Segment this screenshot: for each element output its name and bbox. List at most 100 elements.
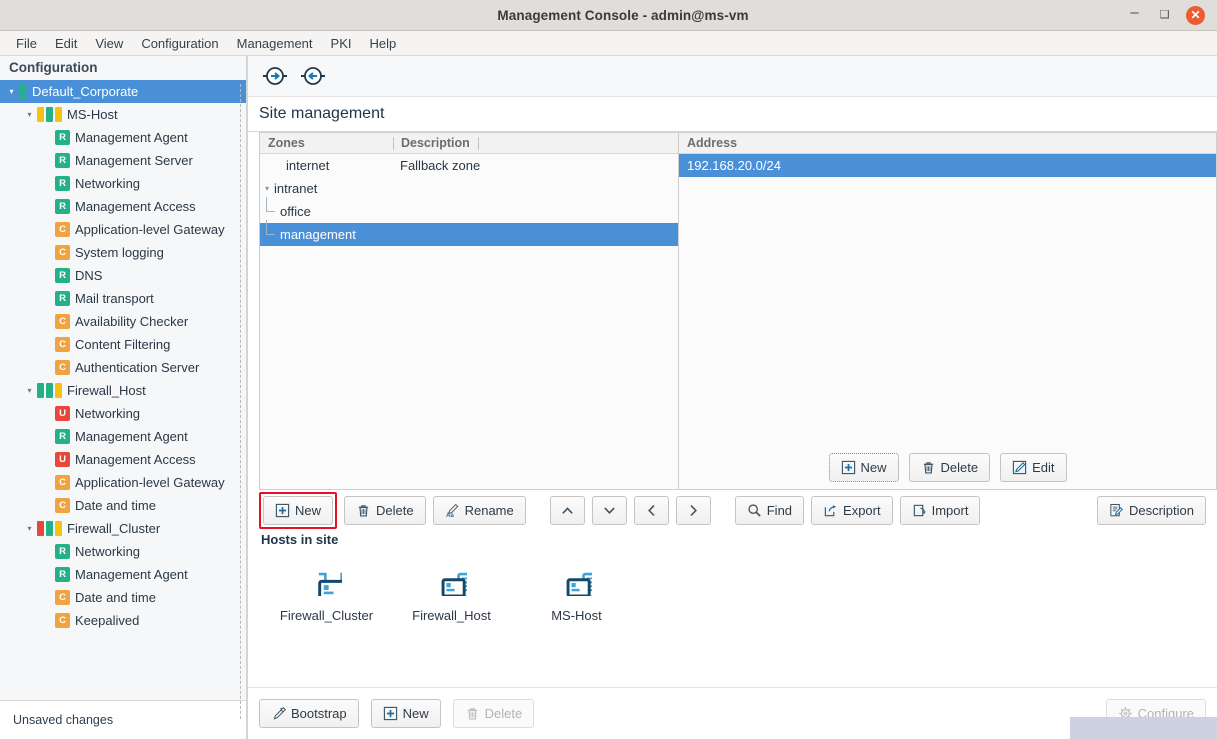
sidebar-item-dns[interactable]: R DNS — [0, 264, 246, 287]
sidebar-item-management-agent[interactable]: R Management Agent — [0, 563, 246, 586]
description-icon — [1109, 503, 1124, 518]
description-column-label: Description — [401, 136, 470, 150]
sidebar-item-content-filtering[interactable]: C Content Filtering — [0, 333, 246, 356]
sidebar-item-label: Keepalived — [75, 613, 140, 628]
back-icon[interactable] — [299, 62, 327, 90]
sidebar-item-management-access[interactable]: R Management Access — [0, 195, 246, 218]
zone-row[interactable]: management — [260, 220, 678, 246]
zones-chevron-left-button[interactable] — [633, 495, 669, 525]
chevron-down-icon[interactable]: ▾ — [22, 524, 37, 533]
zone-description: Fallback zone — [400, 158, 481, 173]
sidebar-item-date-and-time[interactable]: C Date and time — [0, 586, 246, 609]
sidebar-item-application-level-gateway[interactable]: C Application-level Gateway — [0, 471, 246, 494]
hosts-list[interactable]: Firewall_Cluster Firewall_Host MS-Host — [248, 548, 1217, 687]
zones-list[interactable]: internet Fallback zone ▾ intranet office mana… — [260, 154, 678, 246]
chevron-down-icon[interactable]: ▾ — [22, 110, 37, 119]
sidebar-item-label: Mail transport — [75, 291, 154, 306]
address-delete-button[interactable]: Delete — [908, 452, 991, 482]
button-label: New — [402, 706, 429, 721]
zones-rename-button[interactable]: Aa Rename — [432, 495, 526, 525]
hosts-bootstrap-button[interactable]: Bootstrap — [259, 699, 359, 728]
sidebar-item-authentication-server[interactable]: C Authentication Server — [0, 356, 246, 379]
zones-import-button[interactable]: Import — [899, 495, 981, 525]
tree-elbow — [260, 220, 280, 246]
chevron-right-icon — [686, 503, 701, 518]
address-list[interactable]: 192.168.20.0/24 — [679, 154, 1216, 445]
sidebar-item-ms-host[interactable]: ▾ MS-Host — [0, 103, 246, 126]
status-bars-indicator — [37, 107, 62, 122]
menu-item-view[interactable]: View — [86, 33, 132, 54]
menu-item-help[interactable]: Help — [361, 33, 406, 54]
sidebar-item-networking[interactable]: U Networking — [0, 402, 246, 425]
sidebar-item-management-access[interactable]: U Management Access — [0, 448, 246, 471]
zone-row[interactable]: internet Fallback zone — [260, 154, 678, 177]
configuration-tree[interactable]: ▾ Default_Corporate ▾ MS-Host R Management Ag… — [0, 80, 246, 700]
chevron-down-icon[interactable]: ▾ — [260, 184, 274, 193]
zones-panel: Zones Description internet Fallback zone ▾… — [259, 132, 679, 490]
sidebar-item-label: Management Agent — [75, 567, 188, 582]
zones-export-button[interactable]: Export — [811, 495, 893, 525]
zone-row[interactable]: ▾ intranet — [260, 177, 678, 200]
menu-item-pki[interactable]: PKI — [322, 33, 361, 54]
status-badge-r: R — [55, 567, 70, 582]
sidebar-splitter[interactable] — [240, 84, 241, 719]
zones-chevron-up-button[interactable] — [549, 495, 585, 525]
sidebar-item-label: Management Access — [75, 199, 196, 214]
hosts-new-button[interactable]: New — [370, 699, 441, 728]
status-badge-r: R — [55, 176, 70, 191]
sidebar-item-label: System logging — [75, 245, 164, 260]
host-item[interactable]: Firewall_Host — [389, 570, 514, 623]
chevron-down-icon[interactable]: ▾ — [4, 87, 19, 96]
sidebar-item-firewall-cluster[interactable]: ▾ Firewall_Cluster — [0, 517, 246, 540]
zones-chevron-right-button[interactable] — [675, 495, 711, 525]
menu-item-file[interactable]: File — [7, 33, 46, 54]
menu-item-management[interactable]: Management — [228, 33, 322, 54]
close-button[interactable]: ✕ — [1186, 5, 1205, 25]
sidebar-item-management-agent[interactable]: R Management Agent — [0, 126, 246, 149]
sidebar-item-mail-transport[interactable]: R Mail transport — [0, 287, 246, 310]
address-row[interactable]: 192.168.20.0/24 — [679, 154, 1216, 177]
status-badge-c: C — [55, 590, 70, 605]
page-title: Site management — [248, 97, 1217, 132]
host-item[interactable]: MS-Host — [514, 570, 639, 623]
button-label: Import — [931, 502, 969, 518]
address-new-button[interactable]: New — [828, 452, 899, 482]
sidebar-item-availability-checker[interactable]: C Availability Checker — [0, 310, 246, 333]
address-panel: Address 192.168.20.0/24 New Delete Edit — [679, 132, 1217, 490]
menu-item-configuration[interactable]: Configuration — [132, 33, 227, 54]
sidebar-item-management-agent[interactable]: R Management Agent — [0, 425, 246, 448]
zones-delete-button[interactable]: Delete — [344, 495, 426, 525]
host-item[interactable]: Firewall_Cluster — [264, 570, 389, 623]
sidebar-item-firewall-host[interactable]: ▾ Firewall_Host — [0, 379, 246, 402]
sidebar-item-networking[interactable]: R Networking — [0, 172, 246, 195]
sidebar-item-application-level-gateway[interactable]: C Application-level Gateway — [0, 218, 246, 241]
zones-and-address-panes: Zones Description internet Fallback zone ▾… — [248, 132, 1217, 490]
zones-find-button[interactable]: Find — [734, 495, 805, 525]
address-edit-button[interactable]: Edit — [1000, 452, 1067, 482]
description-button[interactable]: Description — [1096, 495, 1206, 525]
sidebar-item-label: Firewall_Cluster — [67, 521, 161, 536]
status-bar-segment — [37, 383, 44, 398]
sidebar-item-management-server[interactable]: R Management Server — [0, 149, 246, 172]
sidebar-item-date-and-time[interactable]: C Date and time — [0, 494, 246, 517]
sidebar-item-label: Networking — [75, 176, 141, 191]
sidebar-item-keepalived[interactable]: C Keepalived — [0, 609, 246, 632]
chevron-down-icon[interactable]: ▾ — [22, 386, 37, 395]
sidebar-item-system-logging[interactable]: C System logging — [0, 241, 246, 264]
zones-new-button[interactable]: New — [263, 495, 334, 525]
maximize-button[interactable]: ❑ — [1156, 7, 1173, 24]
button-label: Export — [843, 502, 881, 518]
sidebar-item-default-corporate[interactable]: ▾ Default_Corporate — [0, 80, 246, 103]
forward-icon[interactable] — [261, 62, 289, 90]
zones-chevron-down-button[interactable] — [591, 495, 627, 525]
status-badge-r: R — [55, 268, 70, 283]
minimize-button[interactable]: – — [1126, 5, 1143, 24]
column-divider-2[interactable] — [477, 136, 479, 150]
menu-item-edit[interactable]: Edit — [46, 33, 86, 54]
sidebar-item-label: Management Server — [75, 153, 193, 168]
corner-resize-block — [1070, 717, 1217, 739]
zone-row[interactable]: office — [260, 197, 678, 223]
sidebar-item-networking[interactable]: R Networking — [0, 540, 246, 563]
status-bar: Unsaved changes — [0, 700, 246, 739]
cluster-host-icon — [312, 570, 349, 607]
